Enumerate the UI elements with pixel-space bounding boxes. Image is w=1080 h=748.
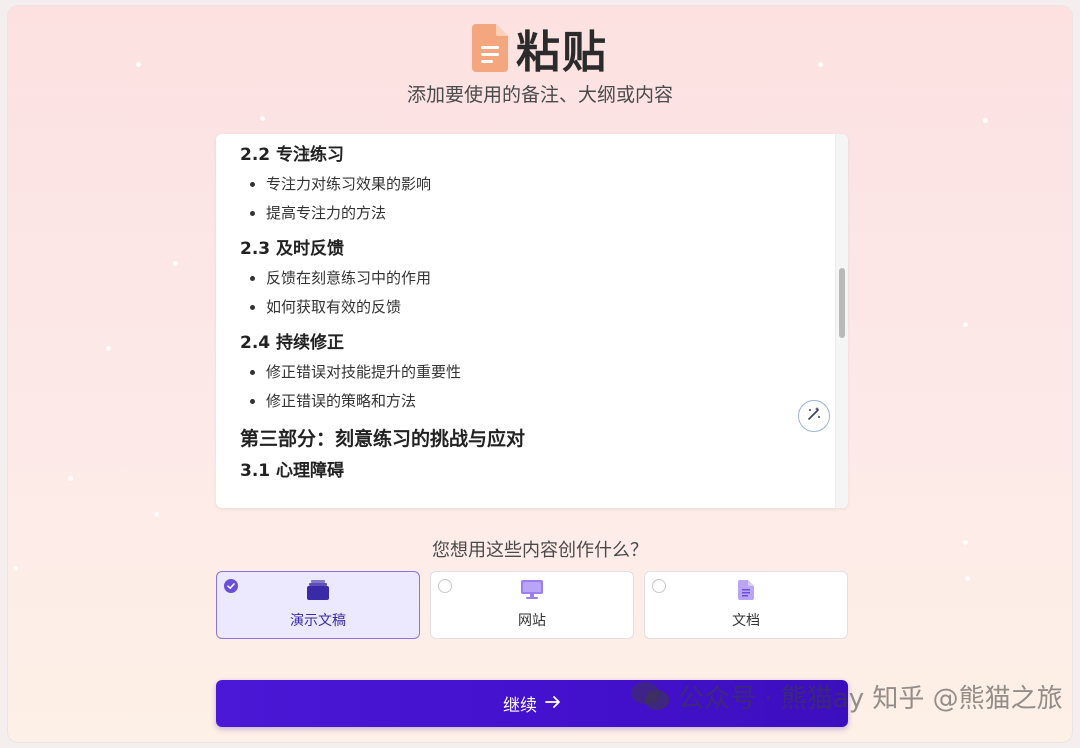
header: 粘贴 [0, 16, 1080, 80]
radio-unchecked-icon[interactable] [652, 579, 666, 593]
document-icon [738, 580, 754, 604]
outline-section: 2.4 持续修正 修正错误对技能提升的重要性 修正错误的策略和方法 [240, 328, 824, 416]
watermark-text: 公众号 · 熊猫ay 知乎 @熊猫之旅 [678, 683, 1063, 714]
bullet-item: 如何获取有效的反馈 [266, 293, 824, 322]
continue-label: 继续 [503, 696, 537, 716]
monitor-icon [521, 580, 543, 604]
option-presentation[interactable]: 演示文稿 [216, 571, 420, 639]
radio-unchecked-icon[interactable] [438, 579, 452, 593]
wechat-icon [630, 680, 670, 712]
section-heading: 2.3 及时反馈 [240, 239, 345, 259]
bullet-item: 修正错误对技能提升的重要性 [266, 358, 824, 387]
content-editor[interactable]: 2.2 专注练习 专注力对练习效果的影响 提高专注力的方法 2.3 及时反馈 反… [216, 134, 848, 508]
editor-scrollbar[interactable] [835, 134, 848, 508]
radio-checked-icon[interactable] [224, 579, 238, 593]
watermark: 公众号 · 熊猫ay 知乎 @熊猫之旅 [630, 676, 1063, 716]
section-heading: 2.4 持续修正 [240, 333, 345, 353]
bullet-item: 反馈在刻意练习中的作用 [266, 264, 824, 293]
bullet-item: 修正错误的策略和方法 [266, 387, 824, 416]
create-question: 您想用这些内容创作什么？ [432, 540, 648, 561]
option-label: 文档 [732, 613, 760, 629]
output-type-options: 演示文稿 网站 文档 [216, 571, 848, 641]
text-cursor-icon: Ɪ [303, 149, 310, 163]
outline-section: 2.2 专注练习 专注力对练习效果的影响 提高专注力的方法 [240, 140, 824, 228]
option-website[interactable]: 网站 [430, 571, 634, 639]
option-label: 演示文稿 [290, 613, 346, 629]
page-subtitle: 添加要使用的备注、大纲或内容 [406, 84, 673, 106]
arrow-right-icon [545, 694, 561, 714]
editor-content[interactable]: 2.2 专注练习 专注力对练习效果的影响 提高专注力的方法 2.3 及时反馈 反… [240, 140, 824, 486]
outline-section: 2.3 及时反馈 反馈在刻意练习中的作用 如何获取有效的反馈 [240, 234, 824, 322]
magic-wand-button[interactable] [798, 400, 830, 432]
option-label: 网站 [518, 613, 546, 629]
section-heading: 2.2 专注练习 [240, 145, 345, 165]
presentation-icon [307, 580, 329, 604]
bullet-item: 提高专注力的方法 [266, 199, 824, 228]
bullet-item: 专注力对练习效果的影响 [266, 170, 824, 199]
magic-wand-icon [806, 406, 822, 426]
option-document[interactable]: 文档 [644, 571, 848, 639]
section-heading: 3.1 心理障碍 [240, 461, 345, 481]
document-icon [472, 24, 508, 72]
page-title: 粘贴 [516, 27, 608, 78]
scroll-thumb[interactable] [839, 268, 845, 338]
part-heading: 第三部分：刻意练习的挑战与应对 [240, 428, 526, 450]
